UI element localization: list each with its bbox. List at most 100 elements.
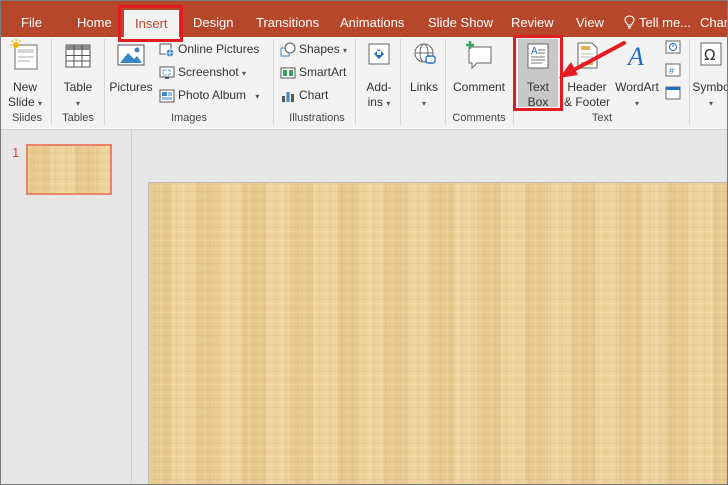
tell-me-label: Tell me... xyxy=(639,15,692,30)
text-box-button[interactable]: A Text Box xyxy=(518,39,558,109)
group-divider xyxy=(355,39,356,125)
online-pictures-button[interactable]: Online Pictures xyxy=(159,39,259,59)
add-ins-label-text: ins xyxy=(367,95,383,109)
links-label: Links xyxy=(409,80,438,94)
group-label-illustrations: Illustrations xyxy=(289,112,345,124)
group-divider xyxy=(273,39,274,125)
symbols-button[interactable]: Ω Symbo ▾ xyxy=(691,39,727,111)
group-divider xyxy=(51,39,52,125)
screenshot-button[interactable]: Screenshot ▾ xyxy=(159,62,246,82)
photo-album-label: Photo Album xyxy=(178,88,247,102)
shapes-button[interactable]: Shapes ▾ xyxy=(280,39,347,59)
pictures-button[interactable]: Pictures xyxy=(108,39,154,95)
online-pictures-icon xyxy=(159,43,175,58)
tab-home[interactable]: Home xyxy=(77,13,112,35)
group-divider xyxy=(400,39,401,125)
chevron-down-icon: ▾ xyxy=(242,69,247,78)
chevron-down-icon: ▾ xyxy=(421,99,426,108)
textbox-icon: A xyxy=(527,43,549,69)
group-divider xyxy=(513,39,514,125)
powerpoint-window: File Home Insert Design Transitions Anim… xyxy=(0,0,728,485)
text-box-label-2: Box xyxy=(527,95,549,109)
tab-animations[interactable]: Animations xyxy=(340,13,404,35)
links-caret: ▾ xyxy=(405,95,443,111)
tab-design[interactable]: Design xyxy=(193,13,233,35)
ribbon-tab-bar: File Home Insert Design Transitions Anim… xyxy=(1,1,727,37)
smartart-button[interactable]: SmartArt xyxy=(280,62,346,82)
group-label-tables: Tables xyxy=(62,112,94,124)
links-icon xyxy=(414,43,436,64)
new-slide-label-2: Slide ▾ xyxy=(6,95,44,111)
group-divider xyxy=(689,39,690,125)
shapes-label: Shapes xyxy=(299,42,340,56)
screenshot-label: Screenshot xyxy=(178,65,239,79)
new-slide-label-1: New xyxy=(12,80,37,94)
account-name[interactable]: Chan xyxy=(700,13,727,35)
group-divider xyxy=(445,39,446,125)
tab-view[interactable]: View xyxy=(576,13,604,35)
wordart-caret: ▾ xyxy=(613,95,661,111)
screenshot-icon xyxy=(159,66,175,79)
photo-album-button[interactable]: Photo Album ▾ xyxy=(159,85,259,105)
tab-file[interactable]: File xyxy=(21,13,42,35)
lightbulb-icon xyxy=(624,15,635,29)
smartart-icon xyxy=(280,67,296,79)
group-label-images: Images xyxy=(170,112,208,124)
tab-slide-show[interactable]: Slide Show xyxy=(428,13,493,35)
header-footer-label-2: & Footer xyxy=(563,95,611,109)
tell-me-search[interactable]: Tell me... xyxy=(624,13,691,35)
shapes-icon xyxy=(280,42,296,57)
slide-number-icon: # xyxy=(665,63,681,77)
date-time-icon xyxy=(665,40,681,54)
slide-number: 1 xyxy=(12,145,20,160)
svg-text:A: A xyxy=(531,46,538,57)
pictures-icon xyxy=(117,44,145,66)
svg-text:Ω: Ω xyxy=(704,46,715,64)
links-button[interactable]: Links ▾ xyxy=(405,39,443,111)
new-slide-button[interactable]: New Slide ▾ xyxy=(6,39,44,111)
tab-insert-label: Insert xyxy=(135,16,168,31)
group-divider xyxy=(104,39,105,125)
group-label-slides: Slides xyxy=(12,112,42,124)
slide-editing-area xyxy=(132,130,727,484)
pictures-label: Pictures xyxy=(109,80,153,94)
text-box-label-1: Text xyxy=(526,80,549,94)
add-ins-button[interactable]: Add- ins ▾ xyxy=(360,39,398,111)
chevron-down-icon: ▾ xyxy=(255,92,260,101)
date-time-button[interactable] xyxy=(665,39,681,59)
comment-label: Comment xyxy=(452,80,505,94)
group-label-comments: Comments xyxy=(452,112,506,124)
addins-icon xyxy=(368,43,390,65)
chevron-down-icon: ▾ xyxy=(708,99,713,108)
tab-review[interactable]: Review xyxy=(511,13,554,35)
chevron-down-icon: ▾ xyxy=(634,99,639,108)
table-label: Table xyxy=(63,80,93,94)
chart-label: Chart xyxy=(299,88,329,102)
add-ins-label-1: Add- xyxy=(366,80,392,94)
tab-insert[interactable]: Insert xyxy=(124,10,179,37)
new-slide-icon xyxy=(10,39,38,70)
object-icon xyxy=(665,86,681,100)
chevron-down-icon: ▾ xyxy=(343,46,348,55)
chevron-down-icon: ▾ xyxy=(386,99,391,108)
slide-canvas[interactable] xyxy=(148,182,727,484)
table-icon xyxy=(65,44,91,68)
slide-thumbnail-1[interactable] xyxy=(26,144,112,195)
symbol-icon: Ω xyxy=(700,42,722,66)
slide-number-button[interactable]: # xyxy=(665,62,681,82)
new-slide-label-text: Slide xyxy=(7,95,35,109)
chart-button[interactable]: Chart xyxy=(280,85,328,105)
online-pictures-label: Online Pictures xyxy=(178,42,260,56)
comment-button[interactable]: Comment xyxy=(449,39,509,95)
slide-thumbnail-pane: 1 xyxy=(1,130,132,484)
tab-transitions[interactable]: Transitions xyxy=(256,13,319,35)
photo-album-icon xyxy=(159,89,175,103)
symbols-caret: ▾ xyxy=(691,95,727,111)
table-button[interactable]: Table ▾ xyxy=(58,39,98,111)
smartart-label: SmartArt xyxy=(299,65,347,79)
chart-icon xyxy=(282,91,294,102)
chevron-down-icon: ▾ xyxy=(75,99,80,108)
object-button[interactable] xyxy=(665,85,681,105)
svg-text:#: # xyxy=(669,66,674,76)
add-ins-label-2: ins ▾ xyxy=(360,95,398,111)
